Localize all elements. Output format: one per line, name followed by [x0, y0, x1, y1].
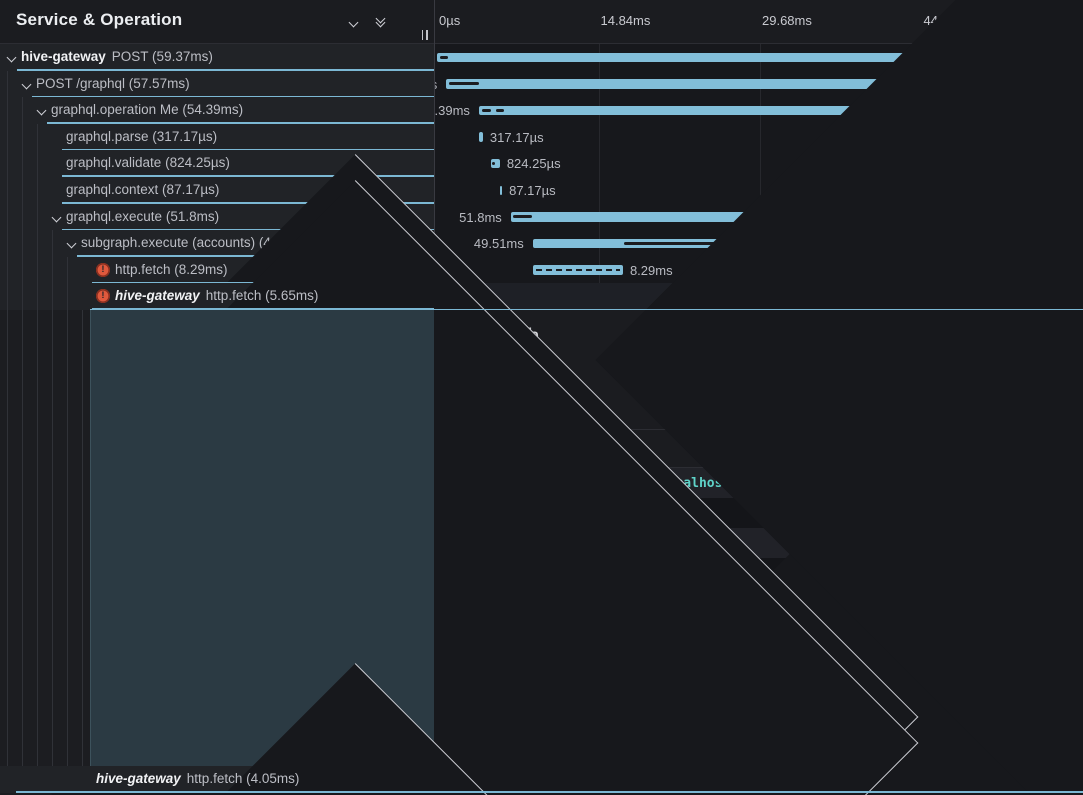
span-duration-label: 49.51ms: [474, 236, 524, 251]
span-tree-panel: Service & Operation hive-gatewayPOST (59…: [0, 0, 435, 795]
span-duration-label: 51.8ms: [459, 210, 502, 225]
span-duration-label: 54.39ms: [435, 103, 470, 118]
span-duration-label: 57.57ms: [435, 77, 437, 92]
span-row-label: graphql.context (87.17µs): [66, 182, 219, 197]
service-name: hive-gateway: [115, 288, 200, 303]
detail-top-border: [90, 309, 1083, 311]
span-duration-label: 87.17µs: [509, 183, 556, 198]
error-icon: !: [96, 289, 110, 303]
indent-guide: [37, 257, 38, 284]
self-time-dashes: [536, 269, 620, 272]
indent-guide: [52, 230, 53, 257]
chevron-down-icon[interactable]: [22, 79, 32, 89]
chevron-down-icon[interactable]: [37, 106, 47, 116]
chevron-down-icon[interactable]: [67, 239, 77, 249]
service-name: hive-gateway: [96, 771, 181, 786]
indent-guide: [67, 283, 68, 310]
panel-title: Service & Operation: [16, 10, 182, 30]
span-tree-row[interactable]: POST /graphql (57.57ms): [0, 71, 434, 98]
span-tree-header: Service & Operation: [0, 0, 434, 44]
error-icon: !: [96, 263, 110, 277]
span-duration-bar[interactable]: [500, 186, 502, 195]
indent-guide: [52, 310, 53, 792]
panel-resize-handle[interactable]: [422, 30, 428, 40]
service-name: hive-gateway: [21, 49, 106, 64]
child-span-marker: [492, 162, 495, 165]
span-duration-bar[interactable]: [491, 159, 500, 168]
span-row-label: graphql.validate (824.25µs): [66, 155, 230, 170]
detail-bottom-border: [90, 791, 1083, 793]
span-duration-label: 824.25µs: [507, 156, 561, 171]
indent-guide: [37, 150, 38, 177]
indent-guide: [37, 310, 38, 792]
indent-guide: [22, 257, 23, 284]
span-row-label: hive-gatewayhttp.fetch (4.05ms): [96, 771, 299, 786]
span-row-label: graphql.operation Me (54.39ms): [51, 102, 243, 117]
child-span-marker: [449, 82, 479, 85]
ruler-tick-label: 14.84ms: [601, 13, 651, 28]
chevron-down-icon[interactable]: [52, 212, 62, 222]
indent-guide: [52, 283, 53, 310]
span-duration-bar[interactable]: [533, 265, 623, 274]
span-tree-row[interactable]: ! hive-gatewayhttp.fetch (5.65ms): [0, 283, 434, 310]
indent-guide: [7, 310, 8, 792]
span-row-label: graphql.execute (51.8ms): [66, 209, 219, 224]
child-span-marker: [496, 109, 504, 112]
indent-guide: [82, 310, 83, 792]
span-tree-row[interactable]: graphql.parse (317.17µs): [0, 124, 434, 151]
tree-toolbar: [350, 14, 404, 30]
indent-guide: [67, 257, 68, 284]
indent-guide: [22, 283, 23, 310]
tree-gutter: [0, 310, 90, 792]
span-duration-label: 317.17µs: [490, 130, 544, 145]
span-row-label: POST /graphql (57.57ms): [36, 76, 190, 91]
span-tree-row[interactable]: graphql.operation Me (54.39ms): [0, 97, 434, 124]
indent-guide: [7, 204, 8, 231]
trace-viewer: 0µs14.84ms29.68ms44.53ms59.37ms 57.57ms5…: [0, 0, 1083, 795]
indent-guide: [37, 283, 38, 310]
indent-guide: [37, 230, 38, 257]
indent-guide: [37, 124, 38, 151]
indent-guide: [22, 230, 23, 257]
ruler-tick-label: 29.68ms: [762, 13, 812, 28]
indent-guide: [22, 150, 23, 177]
child-span-marker: [440, 56, 449, 59]
indent-guide: [22, 204, 23, 231]
indent-guide: [7, 230, 8, 257]
indent-guide: [7, 124, 8, 151]
span-row-label: http.fetch (8.29ms): [115, 262, 228, 277]
span-row-label: graphql.parse (317.17µs): [66, 129, 217, 144]
indent-guide: [7, 150, 8, 177]
indent-guide: [22, 124, 23, 151]
ruler-tick-label: 0µs: [439, 13, 460, 28]
chevron-down-icon[interactable]: [7, 53, 17, 63]
indent-guide: [22, 97, 23, 124]
indent-guide: [7, 97, 8, 124]
indent-guide: [37, 177, 38, 204]
span-duration-bar[interactable]: [479, 132, 483, 141]
child-span-marker: [513, 215, 533, 218]
indent-guide: [52, 257, 53, 284]
double-chevron-down-icon[interactable]: [377, 18, 384, 26]
child-span-marker: [482, 109, 492, 112]
span-row-label: hive-gatewayhttp.fetch (5.65ms): [115, 288, 318, 303]
span-tree-bottom-row[interactable]: hive-gatewayhttp.fetch (4.05ms): [76, 766, 434, 792]
indent-guide: [7, 257, 8, 284]
indent-guide: [7, 71, 8, 98]
span-duration-label: 8.29ms: [630, 263, 673, 278]
span-tree-row[interactable]: hive-gatewayhttp.fetch (4.05ms): [0, 766, 434, 793]
indent-guide: [22, 177, 23, 204]
chevron-down-icon[interactable]: [349, 17, 359, 27]
indent-guide: [7, 283, 8, 310]
span-row-label: hive-gatewayPOST (59.37ms): [21, 49, 213, 64]
span-tree-row[interactable]: hive-gatewayPOST (59.37ms): [0, 44, 434, 71]
indent-guide: [37, 204, 38, 231]
indent-guide: [67, 310, 68, 792]
indent-guide: [7, 177, 8, 204]
indent-guide: [22, 310, 23, 792]
